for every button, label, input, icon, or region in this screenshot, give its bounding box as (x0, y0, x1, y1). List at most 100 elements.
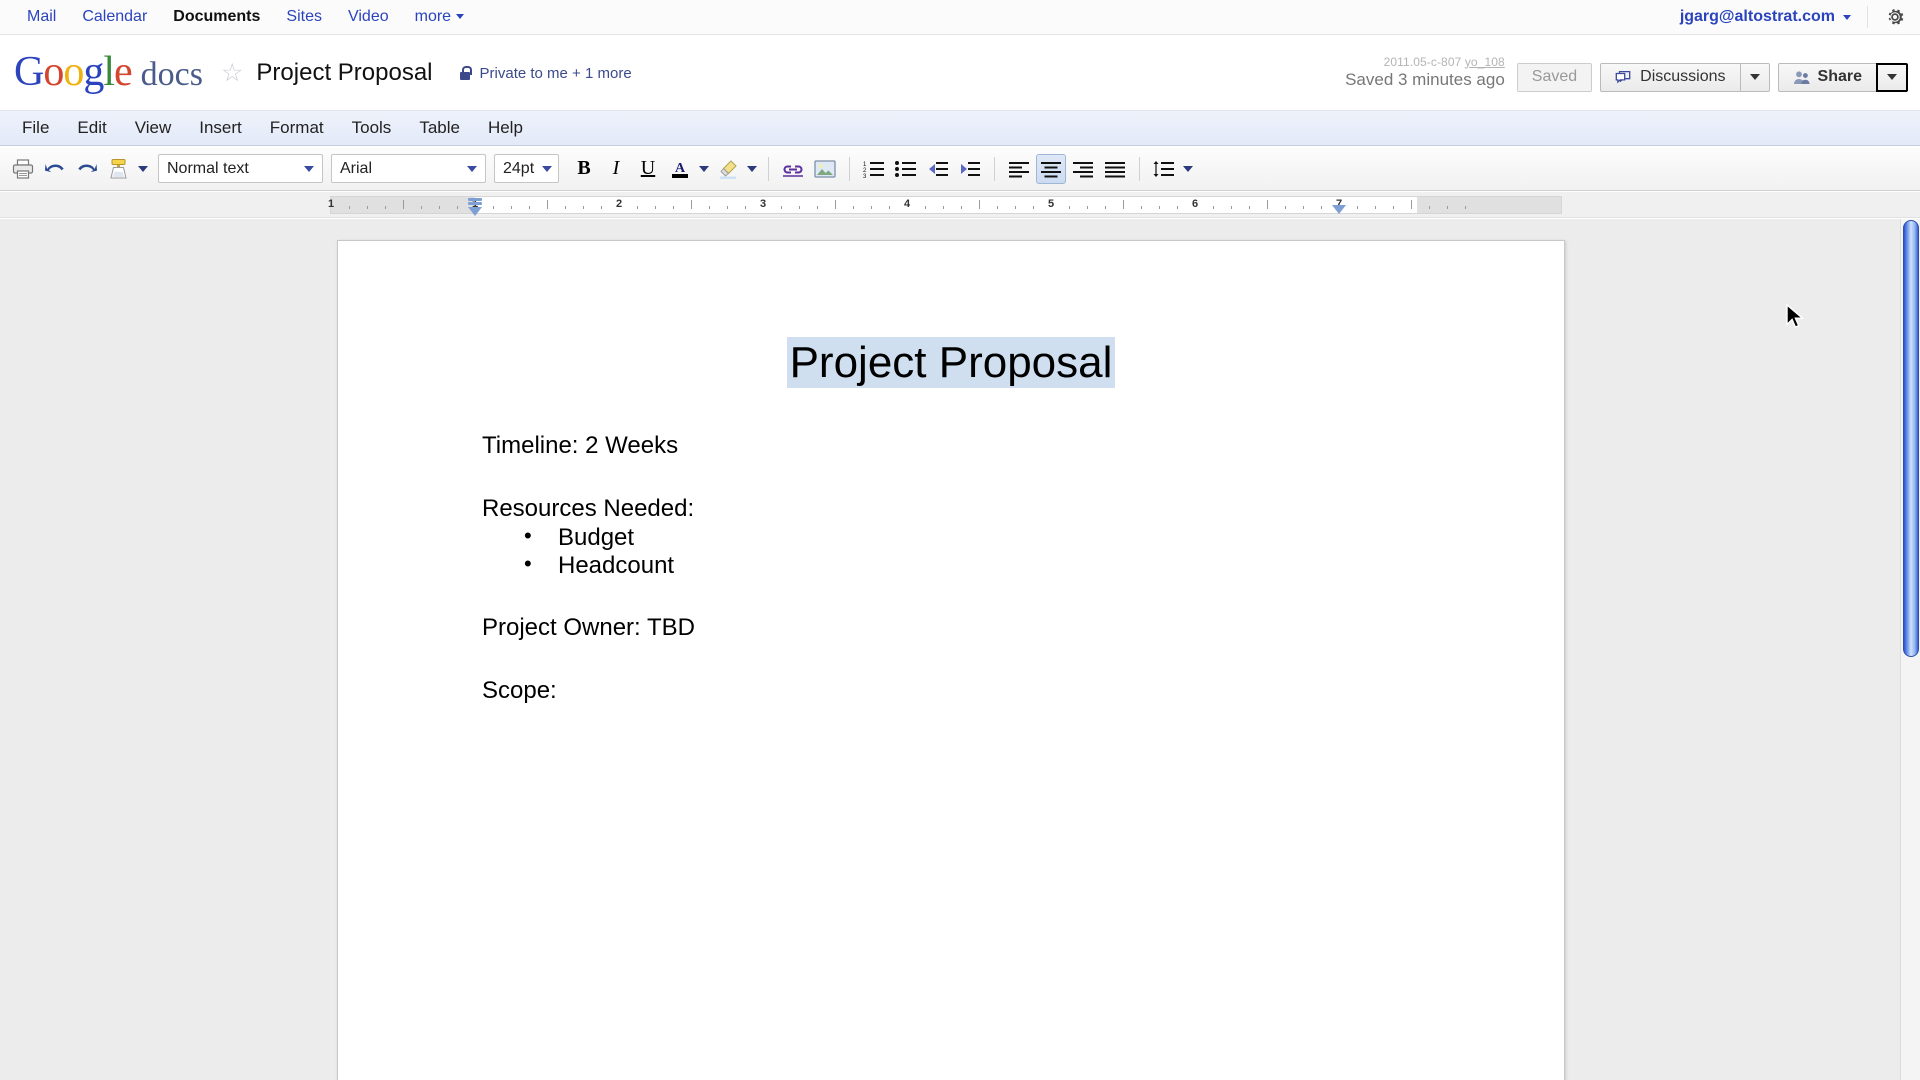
text-color-icon[interactable]: A (665, 154, 695, 184)
list-item[interactable]: Budget (524, 524, 1564, 551)
google-docs-logo[interactable]: Google docs (0, 51, 203, 96)
bulleted-list-icon[interactable] (891, 154, 921, 184)
sharing-status[interactable]: Private to me + 1 more (459, 65, 632, 82)
divider (1139, 156, 1140, 181)
text-color-dropdown[interactable] (697, 154, 711, 184)
vertical-scrollbar[interactable] (1900, 219, 1920, 1080)
underline-button[interactable]: U (633, 154, 663, 184)
indent-triangle (1332, 205, 1346, 214)
ruler-tick (1447, 206, 1448, 209)
increase-indent-icon[interactable] (955, 154, 985, 184)
paragraph-style-select[interactable]: Normal text (158, 154, 323, 183)
bold-button[interactable]: B (569, 154, 599, 184)
ruler-tick (889, 206, 890, 209)
discussions-label: Discussions (1640, 68, 1726, 85)
ruler-tick (457, 206, 458, 209)
insert-image-icon[interactable] (810, 154, 840, 184)
paragraph-project-owner[interactable]: Project Owner: TBD (482, 615, 1564, 640)
paragraph-resources[interactable]: Resources Needed: (482, 497, 1564, 521)
gb-link-sites[interactable]: Sites (273, 7, 335, 27)
unordered-list-icon (895, 160, 916, 177)
decrease-indent-icon[interactable] (923, 154, 953, 184)
gear-icon[interactable] (1884, 6, 1906, 28)
ruler-tick (835, 200, 836, 209)
align-left-icon[interactable] (1004, 154, 1034, 184)
discussions-icon (1615, 70, 1632, 85)
line-spacing-dropdown[interactable] (1181, 154, 1195, 184)
document-content[interactable]: Project Proposal Timeline: 2 Weeks Resou… (338, 337, 1564, 703)
version-link[interactable]: yo_108 (1465, 55, 1505, 69)
highlight-color-dropdown[interactable] (745, 154, 759, 184)
align-right-icon[interactable] (1068, 154, 1098, 184)
line-spacing-icon[interactable] (1149, 154, 1179, 184)
menu-format[interactable]: Format (256, 114, 338, 142)
redo-icon[interactable] (72, 154, 102, 184)
horizontal-ruler[interactable]: 11234567 (328, 196, 1562, 216)
ruler-tick (745, 206, 746, 209)
speech-bubble-icon (1615, 70, 1631, 84)
menu-table[interactable]: Table (405, 114, 474, 142)
ruler-tick (511, 206, 512, 209)
discussions-dropdown-button[interactable] (1739, 62, 1770, 92)
document-title[interactable]: Project Proposal (256, 59, 432, 87)
ruler-tick (1213, 206, 1214, 209)
align-center-icon[interactable] (1036, 153, 1066, 184)
highlighter-pen-icon (720, 159, 737, 179)
share-dropdown-button[interactable] (1876, 62, 1908, 92)
scrollbar-thumb[interactable] (1903, 220, 1919, 657)
discussions-button[interactable]: Discussions (1600, 62, 1740, 92)
list-item[interactable]: Headcount (524, 552, 1564, 579)
document-canvas[interactable]: Project Proposal Timeline: 2 Weeks Resou… (0, 219, 1900, 1080)
share-people-icon (1793, 70, 1812, 85)
font-family-select[interactable]: Arial (331, 154, 486, 183)
insert-link-icon[interactable] (778, 154, 808, 184)
star-icon[interactable]: ☆ (221, 60, 243, 86)
numbered-list-icon[interactable]: 1 2 3 (859, 154, 889, 184)
ruler-tick (601, 206, 602, 209)
align-justify-icon[interactable] (1100, 154, 1130, 184)
paint-format-dropdown[interactable] (136, 154, 150, 184)
italic-button[interactable]: I (601, 154, 631, 184)
font-size-value: 24pt (503, 159, 535, 177)
font-size-select[interactable]: 24pt (494, 154, 559, 183)
gb-link-video[interactable]: Video (335, 7, 402, 27)
gb-link-documents[interactable]: Documents (160, 7, 273, 27)
ordered-list-icon: 1 2 3 (863, 161, 884, 179)
account-email[interactable]: jgarg@altostrat.com (1680, 8, 1835, 26)
ruler-tick (385, 206, 386, 209)
undo-icon[interactable] (40, 154, 70, 184)
gb-link-mail[interactable]: Mail (14, 7, 69, 27)
ruler-number: 3 (759, 198, 767, 210)
menu-file[interactable]: File (8, 114, 63, 142)
indent-triangle (468, 207, 482, 216)
gb-link-calendar[interactable]: Calendar (69, 7, 160, 27)
paragraph-timeline[interactable]: Timeline: 2 Weeks (482, 434, 1564, 458)
outdent-icon (929, 161, 948, 176)
menu-view[interactable]: View (121, 114, 186, 142)
share-button[interactable]: Share (1777, 62, 1876, 92)
people-icon (1793, 70, 1810, 84)
menu-edit[interactable]: Edit (63, 114, 120, 142)
document-body[interactable]: Timeline: 2 Weeks Resources Needed: Budg… (338, 434, 1564, 703)
ruler-tick (637, 206, 638, 209)
menu-tools[interactable]: Tools (338, 114, 406, 142)
ruler-tick (727, 206, 728, 209)
highlight-color-icon[interactable] (713, 154, 743, 184)
ruler-tick (1429, 206, 1430, 209)
menu-help[interactable]: Help (474, 114, 537, 142)
account-chevron-down-icon[interactable] (1843, 14, 1851, 20)
document-heading-text[interactable]: Project Proposal (786, 337, 1116, 388)
document-page[interactable]: Project Proposal Timeline: 2 Weeks Resou… (337, 240, 1565, 1080)
indent-bar (468, 198, 482, 201)
chevron-down-icon (747, 165, 757, 172)
right-indent-marker[interactable] (1332, 198, 1346, 214)
chain-link-icon (783, 165, 803, 177)
paragraph-scope[interactable]: Scope: (482, 678, 1564, 703)
left-indent-marker[interactable] (468, 198, 482, 216)
print-icon[interactable] (8, 154, 38, 184)
paint-format-icon[interactable] (104, 154, 134, 184)
ruler-tick (1465, 206, 1466, 209)
menu-insert[interactable]: Insert (185, 114, 256, 142)
gb-link-more[interactable]: more (402, 7, 477, 27)
saved-button[interactable]: Saved (1516, 62, 1593, 92)
